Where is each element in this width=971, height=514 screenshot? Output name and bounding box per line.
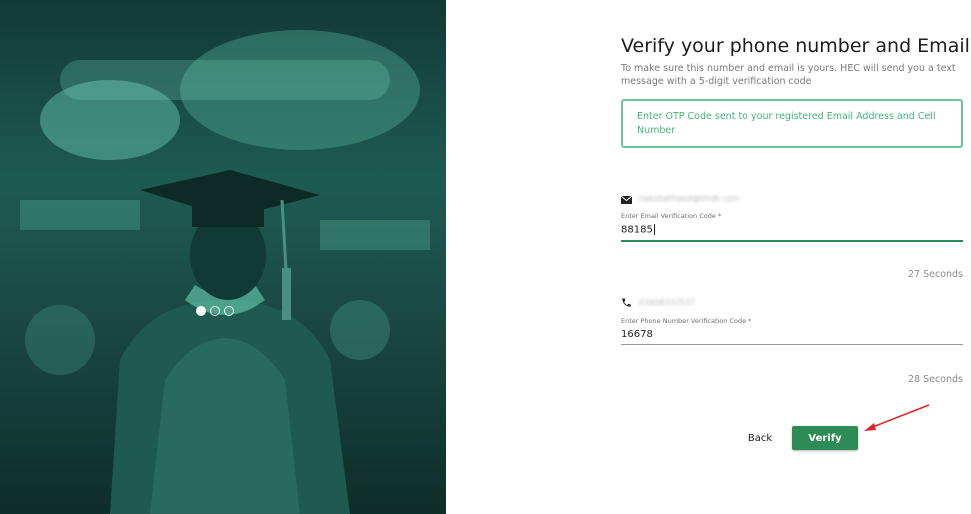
phone-code-label: Enter Phone Number Verification Code * (621, 317, 752, 325)
page-title: Verify your phone number and Email (621, 35, 970, 57)
masked-phone: 03408332537 (639, 298, 695, 307)
back-button[interactable]: Back (740, 428, 780, 448)
page-subtitle: To make sure this number and email is yo… (621, 63, 956, 87)
envelope-icon (620, 189, 633, 208)
phone-timer: 28 Seconds (907, 374, 963, 385)
email-code-label: Enter Email Verification Code * (621, 212, 722, 220)
phone-icon (621, 293, 632, 312)
phone-contact-row: 03408332537 (621, 293, 695, 312)
carousel-dot-1[interactable] (196, 306, 206, 316)
carousel-dot-2[interactable] (210, 306, 220, 316)
text-caret (653, 224, 655, 235)
masked-email: hakshakhaod@lmdk.com (639, 194, 740, 203)
verify-button[interactable]: Verify (792, 426, 858, 450)
phone-code-input[interactable]: 16678 (621, 329, 963, 345)
annotation-arrow-icon (864, 404, 930, 431)
hero-image-panel (0, 0, 446, 514)
email-code-input[interactable]: 88185 (621, 224, 963, 242)
otp-notice: Enter OTP Code sent to your registered E… (621, 99, 963, 148)
carousel-indicator (196, 306, 234, 316)
email-contact-row: hakshakhaod@lmdk.com (620, 189, 740, 208)
carousel-dot-3[interactable] (224, 306, 234, 316)
email-timer: 27 Seconds (907, 269, 963, 280)
graduate-illustration (20, 30, 430, 514)
